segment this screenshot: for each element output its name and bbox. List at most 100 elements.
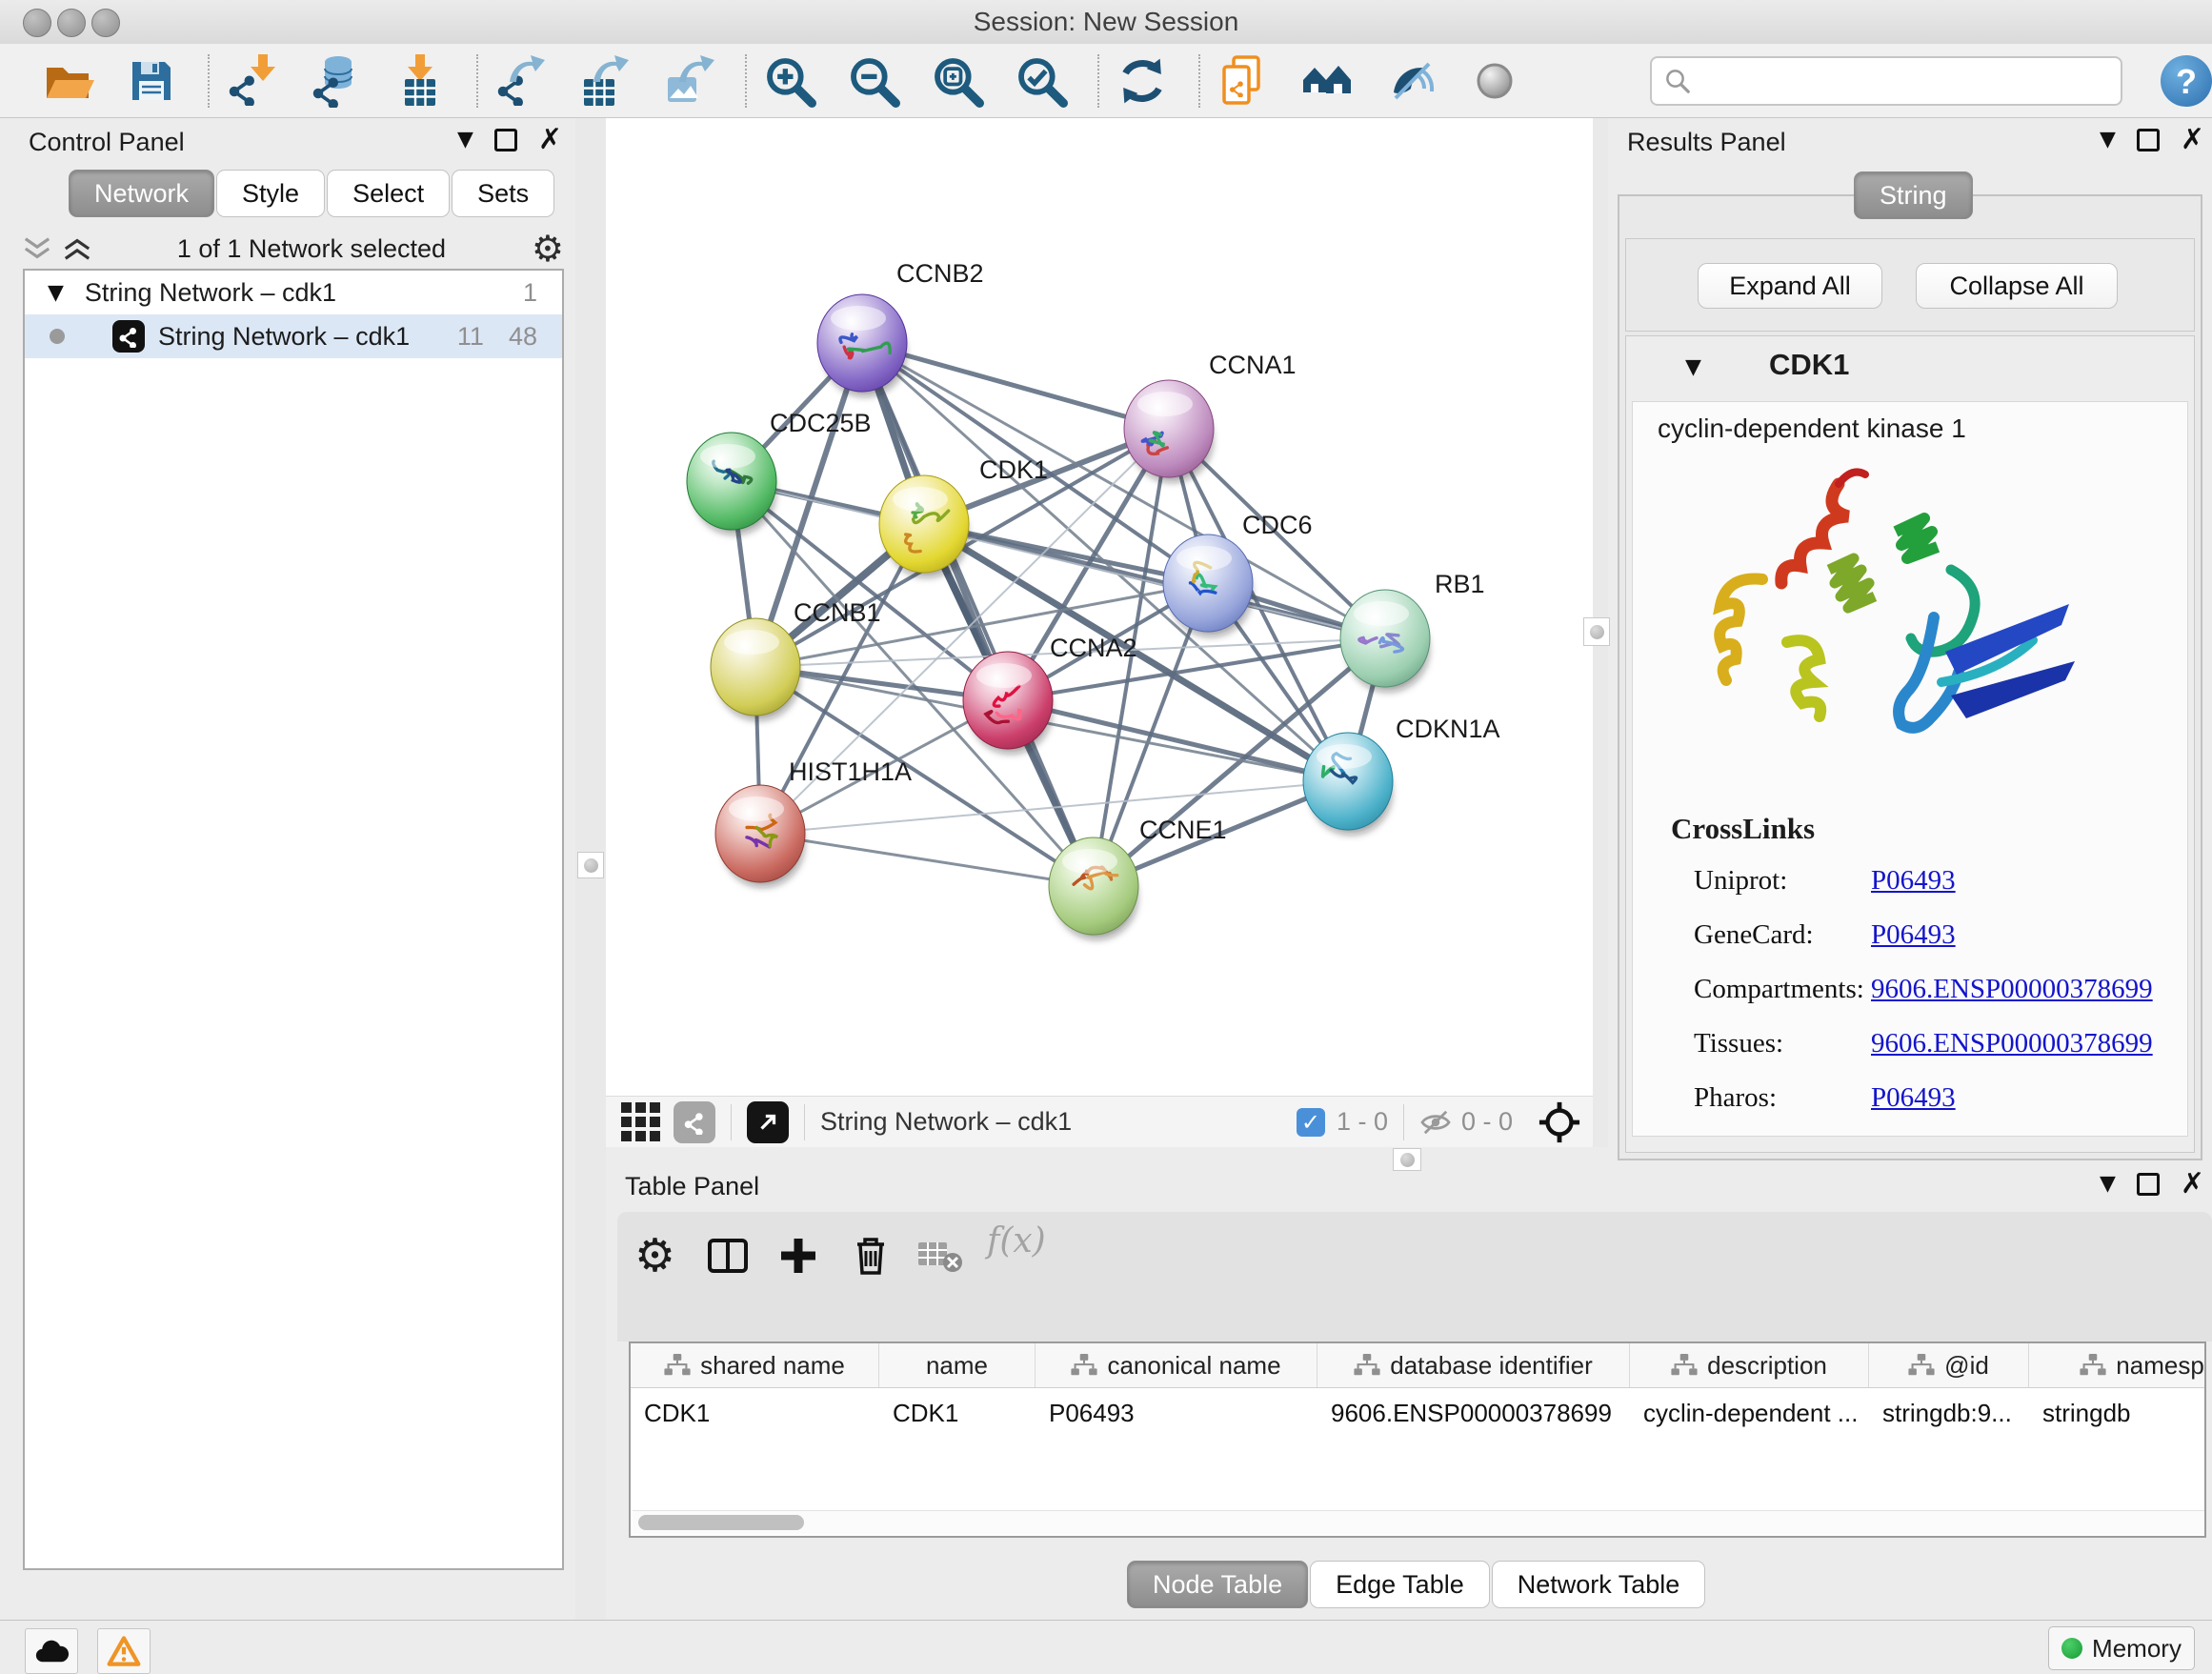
collapse-all-icon[interactable] bbox=[23, 236, 51, 261]
tab-select[interactable]: Select bbox=[327, 170, 450, 217]
table-cell[interactable]: stringdb:9... bbox=[1869, 1388, 2029, 1438]
splitter-handle-right[interactable] bbox=[1583, 617, 1610, 646]
column-header--id[interactable]: @id bbox=[1869, 1343, 2029, 1387]
search-input[interactable] bbox=[1692, 65, 2121, 96]
help-button[interactable]: ? bbox=[2161, 55, 2212, 107]
open-session-button[interactable] bbox=[40, 53, 95, 109]
column-header-description[interactable]: description bbox=[1630, 1343, 1869, 1387]
table-settings-gear-icon[interactable]: ⚙ bbox=[634, 1229, 675, 1282]
import-network-from-database-button[interactable] bbox=[309, 53, 364, 109]
gene-expander-icon[interactable]: ▼ bbox=[1685, 355, 1701, 379]
export-network-button[interactable] bbox=[493, 53, 549, 109]
panel-menu-icon[interactable]: ▼ bbox=[2100, 128, 2116, 151]
crosshair-icon[interactable] bbox=[1538, 1100, 1581, 1144]
table-cell[interactable]: CDK1 bbox=[631, 1388, 879, 1438]
open-view-button[interactable] bbox=[747, 1101, 789, 1143]
network-row[interactable]: String Network – cdk1 11 48 bbox=[25, 314, 562, 358]
import-table-button[interactable] bbox=[392, 53, 448, 109]
crosslink-link[interactable]: P06493 bbox=[1871, 919, 1956, 951]
export-table-button[interactable] bbox=[577, 53, 633, 109]
splitter-handle-left[interactable] bbox=[577, 852, 604, 878]
crosslink-link[interactable]: P06493 bbox=[1871, 865, 1956, 897]
tab-network[interactable]: Network bbox=[69, 170, 214, 217]
table-panel-title: Table Panel bbox=[625, 1172, 759, 1201]
string-view-button[interactable] bbox=[674, 1101, 715, 1143]
panel-close-icon[interactable]: ✗ bbox=[2181, 131, 2204, 150]
column-header-canonical-name[interactable]: canonical name bbox=[1036, 1343, 1317, 1387]
crosslinks-list: Uniprot:P06493GeneCard:P06493Compartment… bbox=[1694, 865, 2170, 1137]
panel-menu-icon[interactable]: ▼ bbox=[2100, 1172, 2116, 1196]
cloud-button[interactable] bbox=[25, 1628, 78, 1674]
panel-menu-icon[interactable]: ▼ bbox=[457, 128, 473, 151]
column-header-label: name bbox=[926, 1351, 988, 1381]
panel-close-icon[interactable]: ✗ bbox=[538, 131, 562, 150]
string-import-button[interactable] bbox=[1216, 53, 1271, 109]
show-columns-icon[interactable] bbox=[707, 1235, 749, 1277]
hscrollbar-thumb[interactable] bbox=[638, 1515, 804, 1530]
toolbar-separator bbox=[1198, 54, 1202, 108]
graph-node-CDKN1A[interactable]: CDKN1A bbox=[1303, 715, 1500, 835]
panel-float-icon[interactable] bbox=[2137, 1173, 2160, 1196]
birdseye-grid-icon[interactable] bbox=[621, 1102, 660, 1141]
network-collection-row[interactable]: ▼ String Network – cdk1 1 bbox=[25, 271, 562, 314]
zoom-fit-button[interactable] bbox=[930, 53, 985, 109]
main-toolbar: ? bbox=[0, 44, 2212, 118]
import-network-button[interactable] bbox=[225, 53, 280, 109]
graph-node-RB1[interactable]: RB1 bbox=[1340, 570, 1485, 692]
warning-button[interactable] bbox=[97, 1628, 151, 1674]
graph-node-CCNA1[interactable]: CCNA1 bbox=[1124, 351, 1297, 482]
column-header-shared-name[interactable]: shared name bbox=[631, 1343, 879, 1387]
expand-all-icon[interactable] bbox=[63, 236, 91, 261]
gear-icon[interactable]: ⚙ bbox=[532, 228, 564, 270]
memory-button[interactable]: Memory bbox=[2048, 1626, 2195, 1670]
tab-edge-table[interactable]: Edge Table bbox=[1310, 1561, 1490, 1608]
export-image-button[interactable] bbox=[661, 53, 716, 109]
string-network-graph[interactable]: CCNB2CCNA1CDC25BCDK1CDC6RB1CCNB1CCNA2CDK… bbox=[606, 118, 1593, 1096]
column-header-database-identifier[interactable]: database identifier bbox=[1317, 1343, 1630, 1387]
splitter-handle-bottom[interactable] bbox=[1393, 1148, 1421, 1171]
save-icon bbox=[125, 54, 178, 108]
table-cell[interactable]: 9606.ENSP00000378699 bbox=[1317, 1388, 1630, 1438]
panel-float-icon[interactable] bbox=[494, 129, 517, 151]
refresh-button[interactable] bbox=[1115, 53, 1170, 109]
table-row[interactable]: CDK1CDK1P064939606.ENSP00000378699cyclin… bbox=[631, 1388, 2204, 1438]
collection-expander-icon[interactable]: ▼ bbox=[48, 281, 64, 305]
crosslink-link[interactable]: 9606.ENSP00000378699 bbox=[1871, 1028, 2153, 1059]
zoom-out-button[interactable] bbox=[846, 53, 901, 109]
selected-checkbox-icon[interactable]: ✓ bbox=[1297, 1108, 1325, 1137]
column-header-name[interactable]: name bbox=[879, 1343, 1036, 1387]
panel-float-icon[interactable] bbox=[2137, 129, 2160, 151]
open-folder-icon bbox=[41, 54, 94, 108]
network-canvas[interactable]: CCNB2CCNA1CDC25BCDK1CDC6RB1CCNB1CCNA2CDK… bbox=[606, 118, 1593, 1096]
save-session-button[interactable] bbox=[124, 53, 179, 109]
tab-node-table[interactable]: Node Table bbox=[1127, 1561, 1308, 1608]
crosslink-link[interactable]: P06493 bbox=[1871, 1082, 1956, 1114]
separator bbox=[731, 1104, 732, 1140]
table-cell[interactable]: P06493 bbox=[1036, 1388, 1317, 1438]
column-header-namespace[interactable]: namespace bbox=[2029, 1343, 2206, 1387]
tab-sets[interactable]: Sets bbox=[452, 170, 554, 217]
zoom-selected-button[interactable] bbox=[1014, 53, 1069, 109]
table-cell[interactable]: CDK1 bbox=[879, 1388, 1036, 1438]
graph-node-CDC25B[interactable]: CDC25B bbox=[687, 409, 872, 534]
show-graphics-button[interactable] bbox=[1467, 53, 1522, 109]
tab-network-table[interactable]: Network Table bbox=[1492, 1561, 1706, 1608]
node-label: CDK1 bbox=[979, 455, 1048, 484]
panel-close-icon[interactable]: ✗ bbox=[2181, 1175, 2204, 1194]
collapse-all-button[interactable]: Collapse All bbox=[1916, 263, 2118, 309]
column-header-label: namespace bbox=[2116, 1351, 2206, 1381]
tab-string[interactable]: String bbox=[1854, 171, 1973, 219]
tab-style[interactable]: Style bbox=[216, 170, 325, 217]
zoom-in-button[interactable] bbox=[762, 53, 817, 109]
add-column-icon[interactable] bbox=[777, 1235, 819, 1277]
graph-node-CCNE1[interactable]: CCNE1 bbox=[1049, 816, 1227, 939]
home-button[interactable] bbox=[1299, 53, 1355, 109]
expand-all-button[interactable]: Expand All bbox=[1698, 263, 1882, 309]
hide-labels-button[interactable] bbox=[1383, 53, 1438, 109]
table-cell[interactable]: stringdb bbox=[2029, 1388, 2206, 1438]
graph-node-CCNB1[interactable]: CCNB1 bbox=[711, 598, 881, 720]
table-cell[interactable]: cyclin-dependent ... bbox=[1630, 1388, 1869, 1438]
crosslink-link[interactable]: 9606.ENSP00000378699 bbox=[1871, 974, 2153, 1005]
delete-column-trash-icon[interactable] bbox=[850, 1233, 892, 1277]
table-hscrollbar[interactable] bbox=[633, 1510, 2204, 1534]
